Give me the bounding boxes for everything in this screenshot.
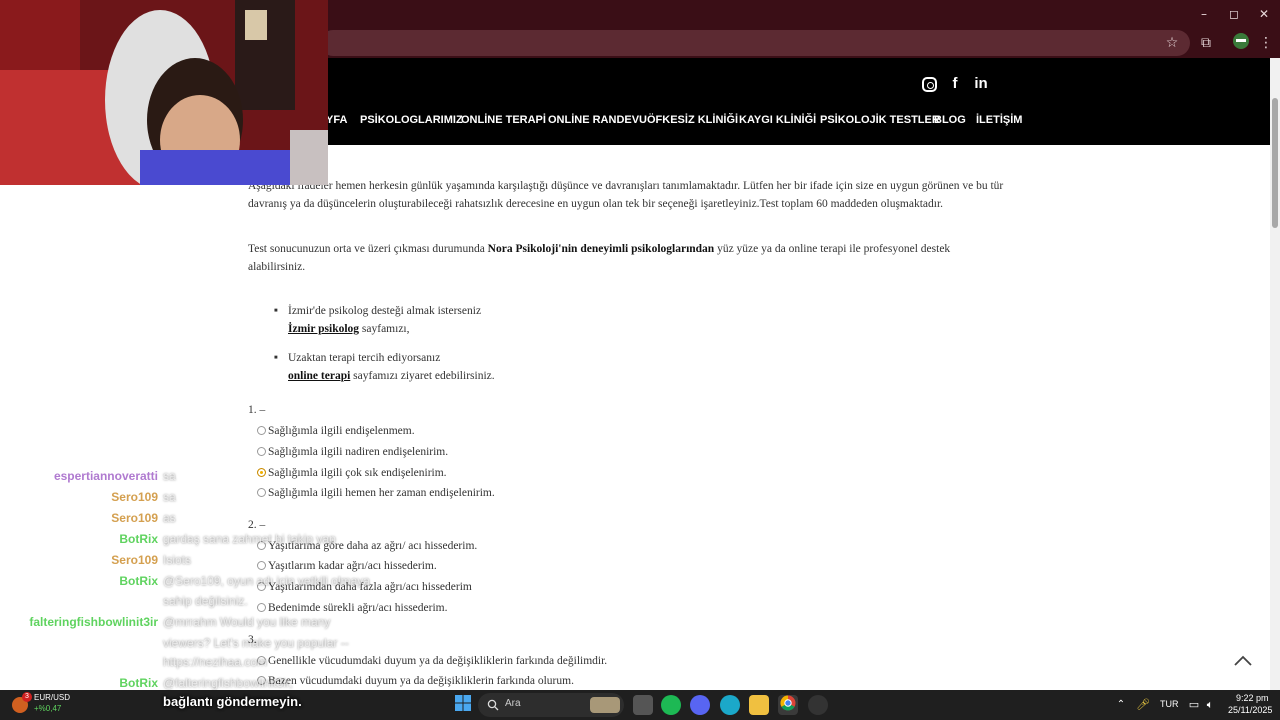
result-text: Test sonucunuzun orta ve üzeri çıkması d… [248,240,1028,258]
chat-username: Sero109 [111,490,158,504]
start-menu-icon[interactable] [453,695,473,715]
browser-menu-icon[interactable]: ⋮ [1256,33,1276,53]
chat-username: espertiannoveratti [53,469,158,483]
bullet-izmir-post: sayfamızı, [359,323,410,335]
radio-button[interactable] [257,446,266,456]
nav-item-iletisim[interactable]: İLETİŞİM [976,114,1022,126]
page-scrollbar[interactable] [1270,58,1280,690]
nav-item-blog[interactable]: BLOG [934,114,966,126]
language-indicator[interactable]: TUR [1160,699,1179,709]
bullet-izmir: İzmir'de psikolog desteği almak istersen… [274,302,788,338]
maximize-button[interactable]: ◻ [1219,5,1249,23]
search-placeholder: Ara [505,698,521,709]
chat-text: @mrrahm Would you like many [163,615,331,629]
bullet-izmir-line2: İzmir psikolog sayfamızı, [288,320,788,338]
chat-text: @Sero109, oyun adı için yetkili olmaya [163,574,370,588]
task-view-icon[interactable] [633,695,653,715]
chat-text: @falteringfishbowlinit3ir, [163,676,293,690]
chat-text: sa [163,490,176,504]
result-text-pre: Test sonucunuzun orta ve üzeri çıkması d… [248,243,488,255]
chat-text: Isiots [163,553,192,567]
chat-text: viewers? Let's make you popular -- [163,636,349,650]
discord-icon[interactable] [690,695,710,715]
chat-username: BotRix [119,532,158,546]
chat-text: https://nezihaa.com [163,655,268,669]
obs-icon[interactable] [808,695,828,715]
bookmark-star-icon[interactable]: ☆ [1162,33,1182,53]
stream-chat-overlay: espertiannoveratti sa Sero109 sa Sero109 as… [0,466,400,690]
chat-username: BotRix [119,574,158,588]
intro-text-line2: davranış ya da düşüncelerin oluşturabile… [248,198,944,210]
bullet-online-post: sayfamızı ziyaret edebilirsiniz. [350,370,495,382]
bullet-online-line2: online terapi sayfamızı ziyaret edebilir… [288,367,788,385]
chat-text: gardaş sana zahmet bi takip yap [163,532,336,546]
chrome-icon[interactable] [778,695,798,715]
nav-item-online-randevu[interactable]: ONLİNE RANDEVU [548,114,647,126]
linkedin-icon[interactable]: in [971,74,991,94]
result-text-post: yüz yüze ya da online terapi ile profesy… [714,243,951,255]
close-button[interactable]: ✕ [1249,5,1279,23]
nav-item-anasayfa[interactable]: YFA [326,114,347,126]
nav-item-ofkesiz-klinigi[interactable]: ÖFKESİZ KLİNİĞİ [647,114,738,126]
nav-item-psikolojik-testler[interactable]: PSİKOLOJİK TESTLER [820,114,940,126]
facebook-icon[interactable]: f [945,74,965,94]
result-text-bold: Nora Psikoloji'nin deneyimli psikologlar… [487,243,715,255]
chat-banner-message: bağlantı göndermeyin. [163,694,302,709]
question-1-option-1[interactable]: Sağlığımla ilgili endişelenmem. [257,422,415,440]
chat-text: as [163,511,176,525]
back-to-top-icon[interactable] [1233,655,1253,667]
taskbar-search-box[interactable]: Ara [478,693,624,717]
volume-icon[interactable]: 🔈︎ [1200,695,1220,715]
izmir-psikolog-link[interactable]: İzmir psikolog [288,323,359,335]
chat-username: Sero109 [111,553,158,567]
nav-item-kaygi-klinigi[interactable]: KAYGI KLİNİĞİ [739,114,816,126]
chat-username: BotRix [119,676,158,690]
option-label: Sağlığımla ilgili nadiren endişelenirim. [268,446,449,458]
minimize-button[interactable]: – [1189,5,1219,23]
radio-button[interactable] [257,425,266,435]
tray-overflow-icon[interactable]: ⌃ [1111,695,1131,715]
chat-username: Sero109 [111,511,158,525]
instagram-icon[interactable] [922,77,937,92]
extensions-icon[interactable]: ⧉ [1196,33,1216,53]
ticker-label[interactable]: EUR/USD [34,693,70,702]
microphone-icon[interactable]: 🎤︎ [1133,695,1153,715]
edge-icon[interactable] [720,695,740,715]
bullet-online: Uzaktan terapi tercih ediyorsanız online… [274,349,788,385]
ticker-badge: 3 [22,692,32,702]
profile-avatar-icon[interactable] [1231,33,1251,53]
chat-username: falteringfishbowlinit3ir [29,615,158,629]
address-bar[interactable] [320,30,1190,56]
question-1-title: 1. – [248,404,266,416]
question-1-option-2[interactable]: Sağlığımla ilgili nadiren endişelenirim. [257,443,448,461]
bullet-izmir-text: İzmir'de psikolog desteği almak istersen… [288,305,482,317]
online-terapi-link[interactable]: online terapi [288,370,350,382]
option-label: Sağlığımla ilgili endişelenmem. [268,425,415,437]
intro-text-line1: Aşağıdaki ifadeler hemen herkesin günlük… [248,180,1004,192]
clock-time[interactable]: 9:22 pm [1236,693,1269,703]
search-icon [487,699,499,711]
search-highlight-icon [590,697,620,713]
spotify-icon[interactable] [661,695,681,715]
chat-text: sahip değilsiniz. [163,594,248,608]
ticker-change: +%0,47 [34,704,62,713]
nav-item-psikologlarimiz[interactable]: PSİKOLOGLARIMIZ [360,114,463,126]
result-text-line2: alabilirsiniz. [248,261,306,273]
chat-text: sa [163,469,176,483]
webcam-overlay [0,0,328,185]
nav-item-online-terapi[interactable]: ONLİNE TERAPİ [461,114,546,126]
webcam-image [0,0,328,185]
scrollbar-thumb[interactable] [1272,98,1278,228]
bullet-online-text: Uzaktan terapi tercih ediyorsanız [288,352,441,364]
file-explorer-icon[interactable] [749,695,769,715]
clock-date[interactable]: 25/11/2025 [1228,705,1272,715]
